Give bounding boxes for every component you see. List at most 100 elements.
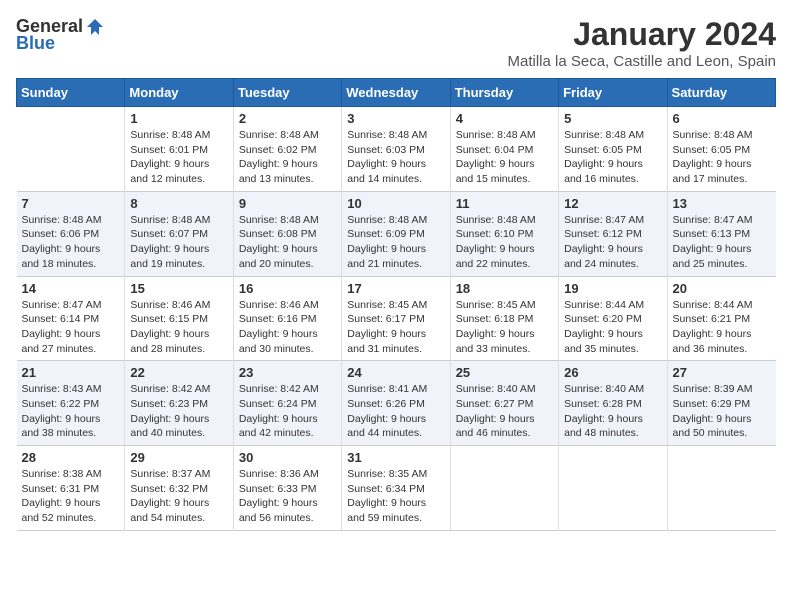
day-detail: Sunrise: 8:48 AMSunset: 6:05 PMDaylight:… — [673, 129, 753, 185]
col-friday: Friday — [559, 79, 667, 107]
day-detail: Sunrise: 8:48 AMSunset: 6:04 PMDaylight:… — [456, 129, 536, 185]
calendar-cell — [667, 446, 775, 531]
day-number: 29 — [130, 450, 227, 465]
page-header: General Blue January 2024 Matilla la Sec… — [16, 16, 776, 70]
location-subtitle: Matilla la Seca, Castille and Leon, Spai… — [508, 53, 777, 70]
calendar-cell: 14 Sunrise: 8:47 AMSunset: 6:14 PMDayligh… — [17, 276, 125, 361]
day-detail: Sunrise: 8:47 AMSunset: 6:12 PMDaylight:… — [564, 214, 644, 270]
day-detail: Sunrise: 8:42 AMSunset: 6:24 PMDaylight:… — [239, 383, 319, 439]
day-number: 27 — [673, 365, 771, 380]
calendar-cell: 16Sunrise: 8:46 AMSunset: 6:16 PMDayligh… — [233, 276, 341, 361]
day-detail: Sunrise: 8:48 AMSunset: 6:08 PMDaylight:… — [239, 214, 319, 270]
month-title: January 2024 — [508, 16, 777, 53]
day-detail: Sunrise: 8:42 AMSunset: 6:23 PMDaylight:… — [130, 383, 210, 439]
day-number: 8 — [130, 196, 227, 211]
calendar-cell: 25 Sunrise: 8:40 AMSunset: 6:27 PMDayligh… — [450, 361, 558, 446]
day-number: 3 — [347, 111, 444, 126]
day-detail: Sunrise: 8:35 AMSunset: 6:34 PMDaylight:… — [347, 468, 427, 524]
day-detail: Sunrise: 8:45 AMSunset: 6:18 PMDaylight:… — [456, 299, 536, 355]
day-detail: Sunrise: 8:43 AMSunset: 6:22 PMDaylight:… — [22, 383, 102, 439]
calendar-cell: 2 Sunrise: 8:48 AMSunset: 6:02 PMDaylight… — [233, 107, 341, 192]
calendar-cell: 8 Sunrise: 8:48 AMSunset: 6:07 PMDaylight… — [125, 191, 233, 276]
calendar-cell: 12 Sunrise: 8:47 AMSunset: 6:12 PMDayligh… — [559, 191, 667, 276]
day-number: 10 — [347, 196, 444, 211]
day-detail: Sunrise: 8:39 AMSunset: 6:29 PMDaylight:… — [673, 383, 753, 439]
calendar-cell: 20 Sunrise: 8:44 AMSunset: 6:21 PMDayligh… — [667, 276, 775, 361]
day-detail: Sunrise: 8:36 AMSunset: 6:33 PMDaylight:… — [239, 468, 319, 524]
day-number: 12 — [564, 196, 661, 211]
calendar-cell: 19 Sunrise: 8:44 AMSunset: 6:20 PMDayligh… — [559, 276, 667, 361]
day-detail: Sunrise: 8:48 AMSunset: 6:03 PMDaylight:… — [347, 129, 427, 185]
day-detail: Sunrise: 8:48 AMSunset: 6:05 PMDaylight:… — [564, 129, 644, 185]
day-number: 20 — [673, 281, 771, 296]
day-number: 15 — [130, 281, 227, 296]
logo-icon — [85, 17, 105, 37]
calendar-cell: 13 Sunrise: 8:47 AMSunset: 6:13 PMDayligh… — [667, 191, 775, 276]
col-saturday: Saturday — [667, 79, 775, 107]
day-number: 21 — [22, 365, 120, 380]
day-number: 9 — [239, 196, 336, 211]
logo-blue-text: Blue — [16, 33, 55, 54]
day-number: 2 — [239, 111, 336, 126]
day-number: 31 — [347, 450, 444, 465]
day-detail: Sunrise: 8:48 AMSunset: 6:06 PMDaylight:… — [22, 214, 102, 270]
day-number: 26 — [564, 365, 661, 380]
day-detail: Sunrise: 8:47 AMSunset: 6:13 PMDaylight:… — [673, 214, 753, 270]
day-detail: Sunrise: 8:48 AMSunset: 6:10 PMDaylight:… — [456, 214, 536, 270]
calendar-cell: 21 Sunrise: 8:43 AMSunset: 6:22 PMDayligh… — [17, 361, 125, 446]
calendar-cell: 23 Sunrise: 8:42 AMSunset: 6:24 PMDayligh… — [233, 361, 341, 446]
calendar-cell: 22 Sunrise: 8:42 AMSunset: 6:23 PMDayligh… — [125, 361, 233, 446]
col-wednesday: Wednesday — [342, 79, 450, 107]
calendar-cell — [450, 446, 558, 531]
calendar-week-1: 1 Sunrise: 8:48 AMSunset: 6:01 PMDaylight… — [17, 107, 776, 192]
day-detail: Sunrise: 8:44 AMSunset: 6:20 PMDaylight:… — [564, 299, 644, 355]
calendar-cell: 9 Sunrise: 8:48 AMSunset: 6:08 PMDaylight… — [233, 191, 341, 276]
calendar-cell: 17Sunrise: 8:45 AMSunset: 6:17 PMDayligh… — [342, 276, 450, 361]
calendar-cell: 30 Sunrise: 8:36 AMSunset: 6:33 PMDayligh… — [233, 446, 341, 531]
day-detail: Sunrise: 8:48 AMSunset: 6:07 PMDaylight:… — [130, 214, 210, 270]
day-number: 23 — [239, 365, 336, 380]
day-number: 6 — [673, 111, 771, 126]
day-detail: Sunrise: 8:40 AMSunset: 6:27 PMDaylight:… — [456, 383, 536, 439]
col-thursday: Thursday — [450, 79, 558, 107]
day-number: 30 — [239, 450, 336, 465]
calendar-cell — [559, 446, 667, 531]
col-sunday: Sunday — [17, 79, 125, 107]
day-number: 16 — [239, 281, 336, 296]
calendar-header: Sunday Monday Tuesday Wednesday Thursday… — [17, 79, 776, 107]
day-number: 22 — [130, 365, 227, 380]
day-detail: Sunrise: 8:45 AMSunset: 6:17 PMDaylight:… — [347, 299, 427, 355]
calendar-cell: 5 Sunrise: 8:48 AMSunset: 6:05 PMDaylight… — [559, 107, 667, 192]
calendar-cell: 24Sunrise: 8:41 AMSunset: 6:26 PMDayligh… — [342, 361, 450, 446]
day-detail: Sunrise: 8:44 AMSunset: 6:21 PMDaylight:… — [673, 299, 753, 355]
day-number: 14 — [22, 281, 120, 296]
day-number: 19 — [564, 281, 661, 296]
calendar-week-3: 14 Sunrise: 8:47 AMSunset: 6:14 PMDayligh… — [17, 276, 776, 361]
calendar-cell: 18Sunrise: 8:45 AMSunset: 6:18 PMDayligh… — [450, 276, 558, 361]
calendar-cell: 29Sunrise: 8:37 AMSunset: 6:32 PMDayligh… — [125, 446, 233, 531]
day-number: 4 — [456, 111, 553, 126]
calendar-body: 1 Sunrise: 8:48 AMSunset: 6:01 PMDaylight… — [17, 107, 776, 531]
day-number: 13 — [673, 196, 771, 211]
calendar-cell: 6 Sunrise: 8:48 AMSunset: 6:05 PMDaylight… — [667, 107, 775, 192]
day-detail: Sunrise: 8:48 AMSunset: 6:09 PMDaylight:… — [347, 214, 427, 270]
logo: General Blue — [16, 16, 105, 54]
day-detail: Sunrise: 8:48 AMSunset: 6:02 PMDaylight:… — [239, 129, 319, 185]
day-number: 1 — [130, 111, 227, 126]
calendar-cell: 15Sunrise: 8:46 AMSunset: 6:15 PMDayligh… — [125, 276, 233, 361]
calendar-table: Sunday Monday Tuesday Wednesday Thursday… — [16, 78, 776, 531]
day-number: 11 — [456, 196, 553, 211]
calendar-week-4: 21 Sunrise: 8:43 AMSunset: 6:22 PMDayligh… — [17, 361, 776, 446]
day-detail: Sunrise: 8:47 AMSunset: 6:14 PMDaylight:… — [22, 299, 102, 355]
day-number: 7 — [22, 196, 120, 211]
day-detail: Sunrise: 8:48 AMSunset: 6:01 PMDaylight:… — [130, 129, 210, 185]
calendar-cell: 31 Sunrise: 8:35 AMSunset: 6:34 PMDayligh… — [342, 446, 450, 531]
calendar-cell: 28Sunrise: 8:38 AMSunset: 6:31 PMDayligh… — [17, 446, 125, 531]
col-tuesday: Tuesday — [233, 79, 341, 107]
calendar-cell: 4 Sunrise: 8:48 AMSunset: 6:04 PMDaylight… — [450, 107, 558, 192]
day-detail: Sunrise: 8:41 AMSunset: 6:26 PMDaylight:… — [347, 383, 427, 439]
day-number: 25 — [456, 365, 553, 380]
day-detail: Sunrise: 8:38 AMSunset: 6:31 PMDaylight:… — [22, 468, 102, 524]
day-number: 5 — [564, 111, 661, 126]
calendar-cell: 11 Sunrise: 8:48 AMSunset: 6:10 PMDayligh… — [450, 191, 558, 276]
